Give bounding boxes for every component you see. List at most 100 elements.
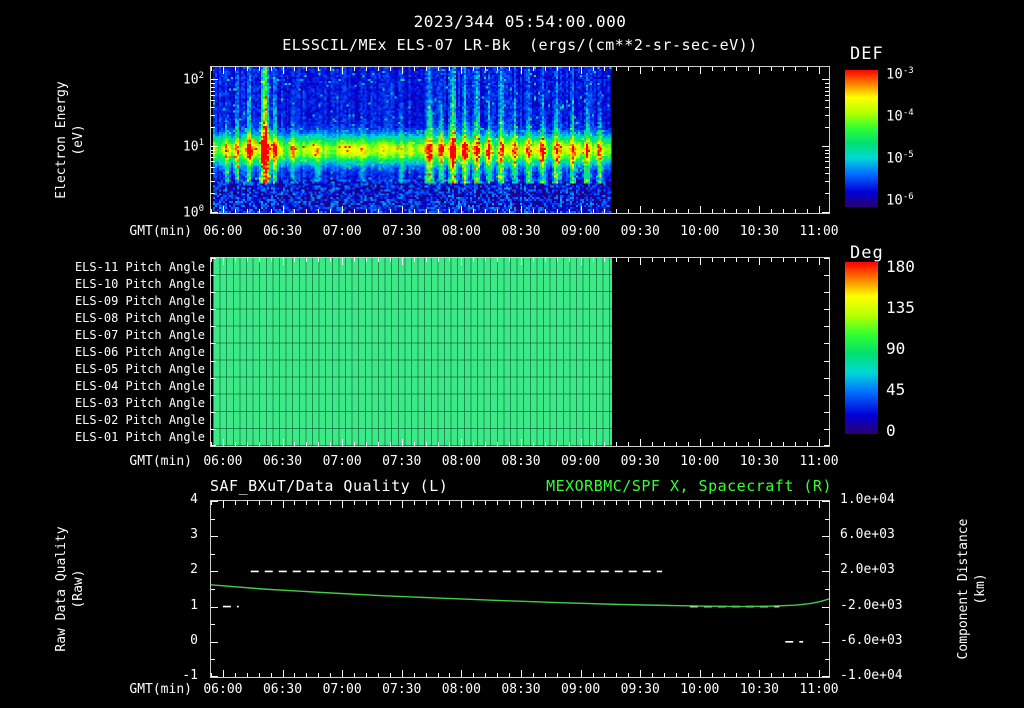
tick-mark xyxy=(401,501,403,508)
spectrogram-units: (ergs/(cm**2-sr-sec-eV)) xyxy=(529,36,758,54)
tick-mark xyxy=(211,606,218,608)
tick-mark xyxy=(825,94,829,96)
tick-mark xyxy=(824,326,829,328)
pitch-row-label: ELS-05 Pitch Angle xyxy=(74,362,205,377)
energy-tick-label: 100 xyxy=(182,204,204,221)
tick-mark xyxy=(222,501,224,508)
tick-mark xyxy=(497,67,499,71)
tick-mark xyxy=(747,67,749,71)
tick-mark xyxy=(318,673,320,677)
tick-mark xyxy=(825,156,829,158)
pitch-row-label: ELS-11 Pitch Angle xyxy=(74,259,205,274)
tick-mark xyxy=(711,501,713,505)
tick-mark xyxy=(211,153,215,155)
tick-mark xyxy=(354,442,356,446)
tick-mark xyxy=(294,209,296,213)
tick-mark xyxy=(825,166,829,168)
def-colorbar-tick-label: 10-6 xyxy=(886,192,914,209)
tick-mark xyxy=(747,673,749,677)
tick-mark xyxy=(211,114,215,116)
tick-mark xyxy=(413,673,415,677)
tick-mark xyxy=(652,209,654,213)
tick-mark xyxy=(825,106,829,108)
tick-mark xyxy=(282,258,284,265)
time-tick-label: 09:00 xyxy=(561,454,601,469)
tick-mark xyxy=(747,258,749,262)
tick-mark xyxy=(771,442,773,446)
tick-mark xyxy=(795,501,797,505)
tick-mark xyxy=(365,442,367,446)
time-tick-label: 10:00 xyxy=(680,224,720,239)
time-tick-label: 10:00 xyxy=(680,454,720,469)
tick-mark xyxy=(246,501,248,505)
tick-mark xyxy=(258,442,260,446)
tick-mark xyxy=(211,501,218,502)
tick-mark xyxy=(580,501,582,508)
tick-mark xyxy=(211,292,216,294)
tick-mark xyxy=(211,94,215,96)
tick-mark xyxy=(532,209,534,213)
tick-mark xyxy=(771,501,773,505)
tick-mark xyxy=(664,209,666,213)
tick-mark xyxy=(234,67,236,71)
tick-mark xyxy=(330,673,332,677)
spectrogram-title-row: ELSSCIL/MEx ELS-07 LR-Bk (ergs/(cm**2-sr-… xyxy=(120,36,920,54)
tick-mark xyxy=(652,673,654,677)
tick-mark xyxy=(473,67,475,71)
tick-mark xyxy=(461,258,463,265)
quality-tick-label: 3 xyxy=(190,527,198,543)
gmt-axis-label: GMT(min) xyxy=(129,454,192,469)
tick-mark xyxy=(377,67,379,71)
tick-mark xyxy=(449,673,451,677)
tick-mark xyxy=(819,258,821,265)
tick-mark xyxy=(825,100,829,102)
tick-mark xyxy=(699,206,701,213)
tick-mark xyxy=(318,442,320,446)
quality-tick-label: 1 xyxy=(190,597,198,613)
tick-mark xyxy=(437,673,439,677)
tick-mark xyxy=(425,501,427,505)
tick-mark xyxy=(211,518,215,520)
time-tick-label: 07:30 xyxy=(382,224,422,239)
tick-mark xyxy=(342,206,344,213)
distance-tick-label: 2.0e+03 xyxy=(840,562,895,578)
tick-mark xyxy=(783,258,785,262)
time-tick-label: 07:00 xyxy=(322,224,362,239)
tick-mark xyxy=(687,258,689,262)
tick-mark xyxy=(413,501,415,505)
distance-tick-label: -6.0e+03 xyxy=(840,632,903,648)
tick-mark xyxy=(822,676,829,677)
tick-mark xyxy=(485,209,487,213)
tick-mark xyxy=(497,501,499,505)
tick-mark xyxy=(520,439,522,446)
tick-mark xyxy=(687,67,689,71)
tick-mark xyxy=(222,670,224,677)
tick-mark xyxy=(580,206,582,213)
tick-mark xyxy=(675,209,677,213)
tick-mark xyxy=(687,501,689,505)
tick-mark xyxy=(485,67,487,71)
tick-mark xyxy=(485,673,487,677)
tick-mark xyxy=(365,209,367,213)
tick-mark xyxy=(652,67,654,71)
tick-mark xyxy=(824,292,829,294)
tick-mark xyxy=(222,67,224,74)
tick-mark xyxy=(306,673,308,677)
tick-mark xyxy=(783,442,785,446)
deg-colorbar-tick-label: 180 xyxy=(886,257,915,276)
tick-mark xyxy=(825,83,829,85)
distance-tick-label: -1.0e+04 xyxy=(840,668,903,683)
tick-mark xyxy=(211,553,215,555)
tick-mark xyxy=(342,439,344,446)
tick-mark xyxy=(822,79,829,81)
tick-mark xyxy=(771,209,773,213)
tick-mark xyxy=(211,126,215,128)
time-tick-label: 06:00 xyxy=(203,454,243,469)
tick-mark xyxy=(330,209,332,213)
tick-mark xyxy=(819,670,821,677)
tick-mark xyxy=(652,501,654,505)
tick-mark xyxy=(365,67,367,71)
tick-mark xyxy=(735,258,737,262)
distance-tick-label: -2.0e+03 xyxy=(840,597,903,613)
tick-mark xyxy=(211,571,218,573)
